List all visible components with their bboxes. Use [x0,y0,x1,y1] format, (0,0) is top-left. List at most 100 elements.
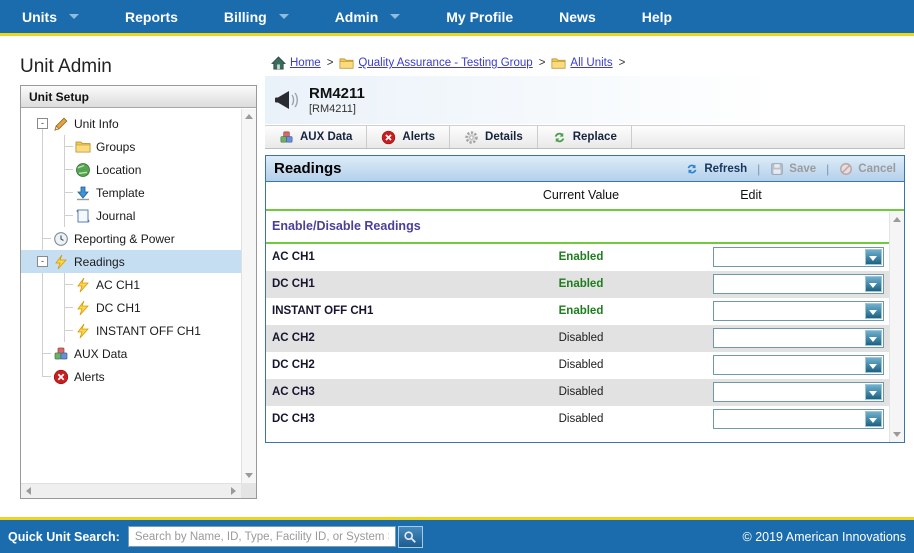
nav-admin[interactable]: Admin [335,9,401,25]
reading-edit-dropdown[interactable] [713,274,884,294]
breadcrumb-all-units-link[interactable]: All Units [570,57,612,69]
unit-setup-panel: Unit Setup - Unit Info Groups Location T… [20,85,257,499]
lightning-icon [53,254,69,270]
dropdown-button[interactable] [865,276,882,292]
dropdown-button[interactable] [865,303,882,319]
folder-icon [75,139,91,155]
nav-news[interactable]: News [559,9,596,25]
alert-icon [382,130,396,144]
reading-row-ac-ch1: AC CH1 Enabled [266,244,904,271]
tree-item-instant-off-ch1[interactable]: INSTANT OFF CH1 [21,319,241,342]
tab-alerts[interactable]: Alerts [367,126,451,148]
scroll-up-icon[interactable] [245,114,253,119]
top-navigation: Units Reports Billing Admin My Profile N… [0,0,914,33]
nav-help[interactable]: Help [642,9,672,25]
tree-item-label: Reporting & Power [74,231,175,246]
breadcrumb: Home > Quality Assurance - Testing Group… [265,52,905,74]
tree-item-label: AUX Data [74,346,128,361]
reading-row-ac-ch3: AC CH3 Disabled [266,379,904,406]
chevron-down-icon [869,310,877,315]
quick-unit-search-input[interactable] [127,526,396,547]
collapse-icon[interactable]: - [37,118,48,129]
scroll-up-icon[interactable] [893,217,901,222]
reading-edit-dropdown[interactable] [713,301,884,321]
folder-icon [339,56,354,71]
action-separator: | [826,161,830,176]
nav-reports[interactable]: Reports [125,9,178,25]
reading-edit-dropdown[interactable] [713,247,884,267]
chevron-down-icon [869,391,877,396]
tree-item-label: Template [96,185,145,200]
tree-item-label: Journal [96,208,136,223]
reading-row-instant-off-ch1: INSTANT OFF CH1 Enabled [266,298,904,325]
dropdown-button[interactable] [865,384,882,400]
tree-item-unit-info[interactable]: - Unit Info [21,112,241,135]
tree-item-aux-data[interactable]: AUX Data [21,342,241,365]
tree-item-groups[interactable]: Groups [21,135,241,158]
reading-row-ac-ch2: AC CH2 Disabled [266,325,904,352]
tree-item-ac-ch1[interactable]: AC CH1 [21,273,241,296]
cancel-button[interactable]: Cancel [839,162,896,176]
dropdown-button[interactable] [865,411,882,427]
folder-icon [551,56,566,71]
chevron-down-icon [869,256,877,261]
breadcrumb-group-link[interactable]: Quality Assurance - Testing Group [358,57,532,69]
readings-column-header: Current Value Edit [266,182,904,209]
lightning-icon [75,323,91,339]
unit-setup-header: Unit Setup [21,86,256,108]
nav-my-profile-label: My Profile [446,8,514,25]
search-icon [404,530,417,543]
dropdown-button[interactable] [865,357,882,373]
tree-item-readings[interactable]: - Readings [21,250,241,273]
reading-edit-dropdown[interactable] [713,355,884,375]
nav-billing[interactable]: Billing [224,9,289,25]
breadcrumb-home-link[interactable]: Home [290,57,321,69]
scroll-down-icon[interactable] [893,432,901,437]
tree-item-dc-ch1[interactable]: DC CH1 [21,296,241,319]
reading-current-value: Disabled [558,386,604,398]
clock-icon [53,231,69,247]
scroll-down-icon[interactable] [245,473,253,478]
sidebar-vertical-scrollbar[interactable] [241,109,256,483]
chevron-down-icon [869,283,877,288]
unit-tabbar: AUX Data Alerts Details Replace [265,125,905,149]
tree-item-label: Alerts [74,369,105,384]
tab-label: Details [485,131,523,143]
unit-id: [RM4211] [309,103,356,115]
reading-edit-dropdown[interactable] [713,328,884,348]
reading-label: DC CH1 [272,278,315,290]
quick-unit-search-label: Quick Unit Search: [8,529,120,544]
tab-details[interactable]: Details [450,126,538,148]
tab-replace[interactable]: Replace [538,126,632,148]
cancel-icon [840,162,853,175]
scroll-left-icon[interactable] [26,487,31,495]
refresh-button[interactable]: Refresh [685,162,747,176]
reading-edit-dropdown[interactable] [713,382,884,402]
dropdown-button[interactable] [865,330,882,346]
collapse-icon[interactable]: - [37,256,48,267]
reading-edit-dropdown[interactable] [713,409,884,429]
action-separator: | [757,161,761,176]
journal-icon [75,208,91,224]
tree-item-location[interactable]: Location [21,158,241,181]
tab-aux-data[interactable]: AUX Data [265,126,368,148]
reading-label: INSTANT OFF CH1 [272,305,374,317]
tree-item-reporting-power[interactable]: Reporting & Power [21,227,241,250]
tree-item-template[interactable]: Template [21,181,241,204]
tree-item-journal[interactable]: Journal [21,204,241,227]
nav-my-profile[interactable]: My Profile [446,9,513,25]
scroll-right-icon[interactable] [231,487,236,495]
readings-vertical-scrollbar[interactable] [889,212,904,442]
search-button[interactable] [397,525,423,548]
nav-units[interactable]: Units [22,9,79,25]
save-button[interactable]: Save [770,162,816,176]
dropdown-button[interactable] [865,249,882,265]
chevron-down-icon [869,337,877,342]
save-label: Save [789,162,817,175]
sidebar-horizontal-scrollbar[interactable] [21,483,241,498]
tree-item-label: Unit Info [74,116,119,131]
lightning-icon [75,277,91,293]
nav-units-label: Units [22,8,57,25]
breadcrumb-separator: > [618,57,626,69]
tree-item-alerts[interactable]: Alerts [21,365,241,388]
